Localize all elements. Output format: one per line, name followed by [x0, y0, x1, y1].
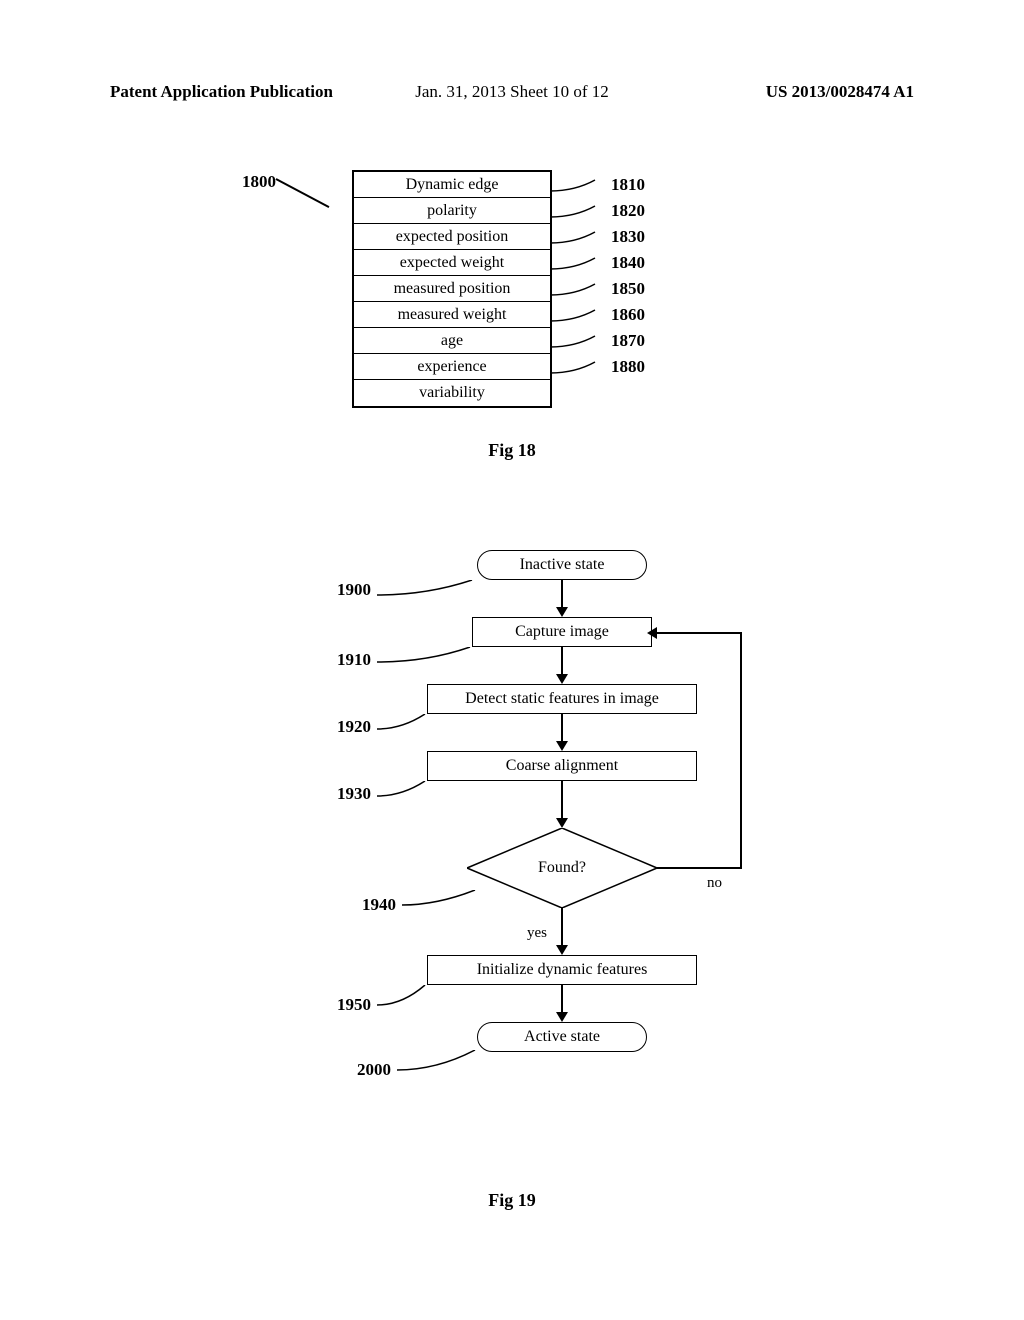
- node-text: Inactive state: [520, 556, 605, 574]
- arrow-line: [561, 580, 563, 610]
- table-row: expected weight 1840: [354, 250, 550, 276]
- node-text: Found?: [467, 859, 657, 877]
- process-capture-image: Capture image: [472, 617, 652, 647]
- arrow-line: [561, 985, 563, 1015]
- table-row: variability: [354, 380, 550, 406]
- edge-label-yes: yes: [527, 925, 547, 942]
- process-coarse-alignment: Coarse alignment: [427, 751, 697, 781]
- row-text: polarity: [427, 202, 477, 220]
- reference-label: 1860: [611, 305, 645, 325]
- reference-label-1950: 1950: [337, 995, 371, 1015]
- callout: 1880: [550, 354, 700, 380]
- reference-label: 1840: [611, 253, 645, 273]
- row-text: expected weight: [400, 254, 504, 272]
- arrow-head-icon: [556, 674, 568, 684]
- page-header: Patent Application Publication Jan. 31, …: [0, 82, 1024, 102]
- arrow-line: [561, 714, 563, 744]
- arrow-head-icon: [556, 945, 568, 955]
- terminal-active-state: Active state: [477, 1022, 647, 1052]
- leader-line-icon: [377, 580, 475, 600]
- callout: 1840: [550, 250, 700, 276]
- row-text: Dynamic edge: [406, 176, 499, 194]
- node-text: Detect static features in image: [465, 690, 659, 708]
- leader-line-icon: [377, 647, 472, 667]
- figure-18-caption: Fig 18: [488, 440, 536, 461]
- reference-label-1930: 1930: [337, 784, 371, 804]
- leader-line-icon: [550, 308, 605, 322]
- row-text: measured position: [394, 280, 511, 298]
- leader-line-icon: [550, 334, 605, 348]
- table-row: Dynamic edge 1810: [354, 172, 550, 198]
- leader-line-icon: [377, 985, 427, 1010]
- leader-line-icon: [550, 282, 605, 296]
- terminal-inactive-state: Inactive state: [477, 550, 647, 580]
- reference-label-1800: 1800: [242, 172, 276, 192]
- table-row: age 1870: [354, 328, 550, 354]
- reference-label: 1850: [611, 279, 645, 299]
- decision-found: Found?: [467, 828, 657, 908]
- figure-19-caption: Fig 19: [488, 1190, 536, 1211]
- arrow-line: [652, 632, 742, 634]
- arrow-line: [561, 781, 563, 821]
- callout: 1820: [550, 198, 700, 224]
- row-text: experience: [417, 358, 486, 376]
- leader-line-icon: [402, 890, 477, 910]
- arrow-line: [561, 908, 563, 948]
- node-text: Capture image: [515, 623, 609, 641]
- arrow-head-icon: [556, 1012, 568, 1022]
- table-row: polarity 1820: [354, 198, 550, 224]
- leader-line-icon: [550, 360, 605, 374]
- row-text: variability: [419, 384, 485, 402]
- reference-label-2000: 2000: [357, 1060, 391, 1080]
- leader-line-icon: [377, 781, 427, 801]
- leader-line-icon: [397, 1050, 477, 1075]
- leader-line-icon: [550, 230, 605, 244]
- callout: 1860: [550, 302, 700, 328]
- leader-line-icon: [377, 714, 427, 734]
- leader-line-icon: [550, 178, 605, 192]
- reference-label-1900: 1900: [337, 580, 371, 600]
- reference-label: 1820: [611, 201, 645, 221]
- arrow-head-icon: [647, 627, 657, 639]
- callout: 1810: [550, 172, 700, 198]
- arrow-line: [740, 632, 742, 869]
- node-text: Coarse alignment: [506, 757, 618, 775]
- callout: 1830: [550, 224, 700, 250]
- row-text: age: [441, 332, 463, 350]
- node-text: Initialize dynamic features: [477, 961, 648, 979]
- arrow-line: [561, 647, 563, 677]
- table-row: experience 1880: [354, 354, 550, 380]
- header-publication-label: Patent Application Publication: [110, 82, 333, 102]
- table-row: expected position 1830: [354, 224, 550, 250]
- reference-label: 1830: [611, 227, 645, 247]
- reference-label: 1870: [611, 331, 645, 351]
- row-text: measured weight: [398, 306, 507, 324]
- callout: 1850: [550, 276, 700, 302]
- callout: 1870: [550, 328, 700, 354]
- reference-label-1940: 1940: [362, 895, 396, 915]
- leader-line-icon: [550, 256, 605, 270]
- leader-line-icon: [550, 204, 605, 218]
- arrow-head-icon: [556, 818, 568, 828]
- reference-label: 1810: [611, 175, 645, 195]
- reference-label: 1880: [611, 357, 645, 377]
- node-text: Active state: [524, 1028, 600, 1046]
- table-row: measured weight 1860: [354, 302, 550, 328]
- table-row: measured position 1850: [354, 276, 550, 302]
- reference-label-1920: 1920: [337, 717, 371, 737]
- reference-label-1910: 1910: [337, 650, 371, 670]
- figure-19: Inactive state 1900 Capture image 1910 D…: [242, 550, 782, 1170]
- arrow-head-icon: [556, 607, 568, 617]
- header-date-sheet: Jan. 31, 2013 Sheet 10 of 12: [415, 82, 609, 102]
- edge-label-no: no: [707, 875, 722, 892]
- arrow-line: [657, 867, 742, 869]
- process-detect-features: Detect static features in image: [427, 684, 697, 714]
- dynamic-edge-table: Dynamic edge 1810 polarity 1820 expected…: [352, 170, 552, 408]
- arrow-head-icon: [556, 741, 568, 751]
- row-text: expected position: [396, 228, 508, 246]
- leader-line-1800: [276, 178, 330, 208]
- process-initialize-dynamic: Initialize dynamic features: [427, 955, 697, 985]
- header-patent-number: US 2013/0028474 A1: [766, 82, 914, 102]
